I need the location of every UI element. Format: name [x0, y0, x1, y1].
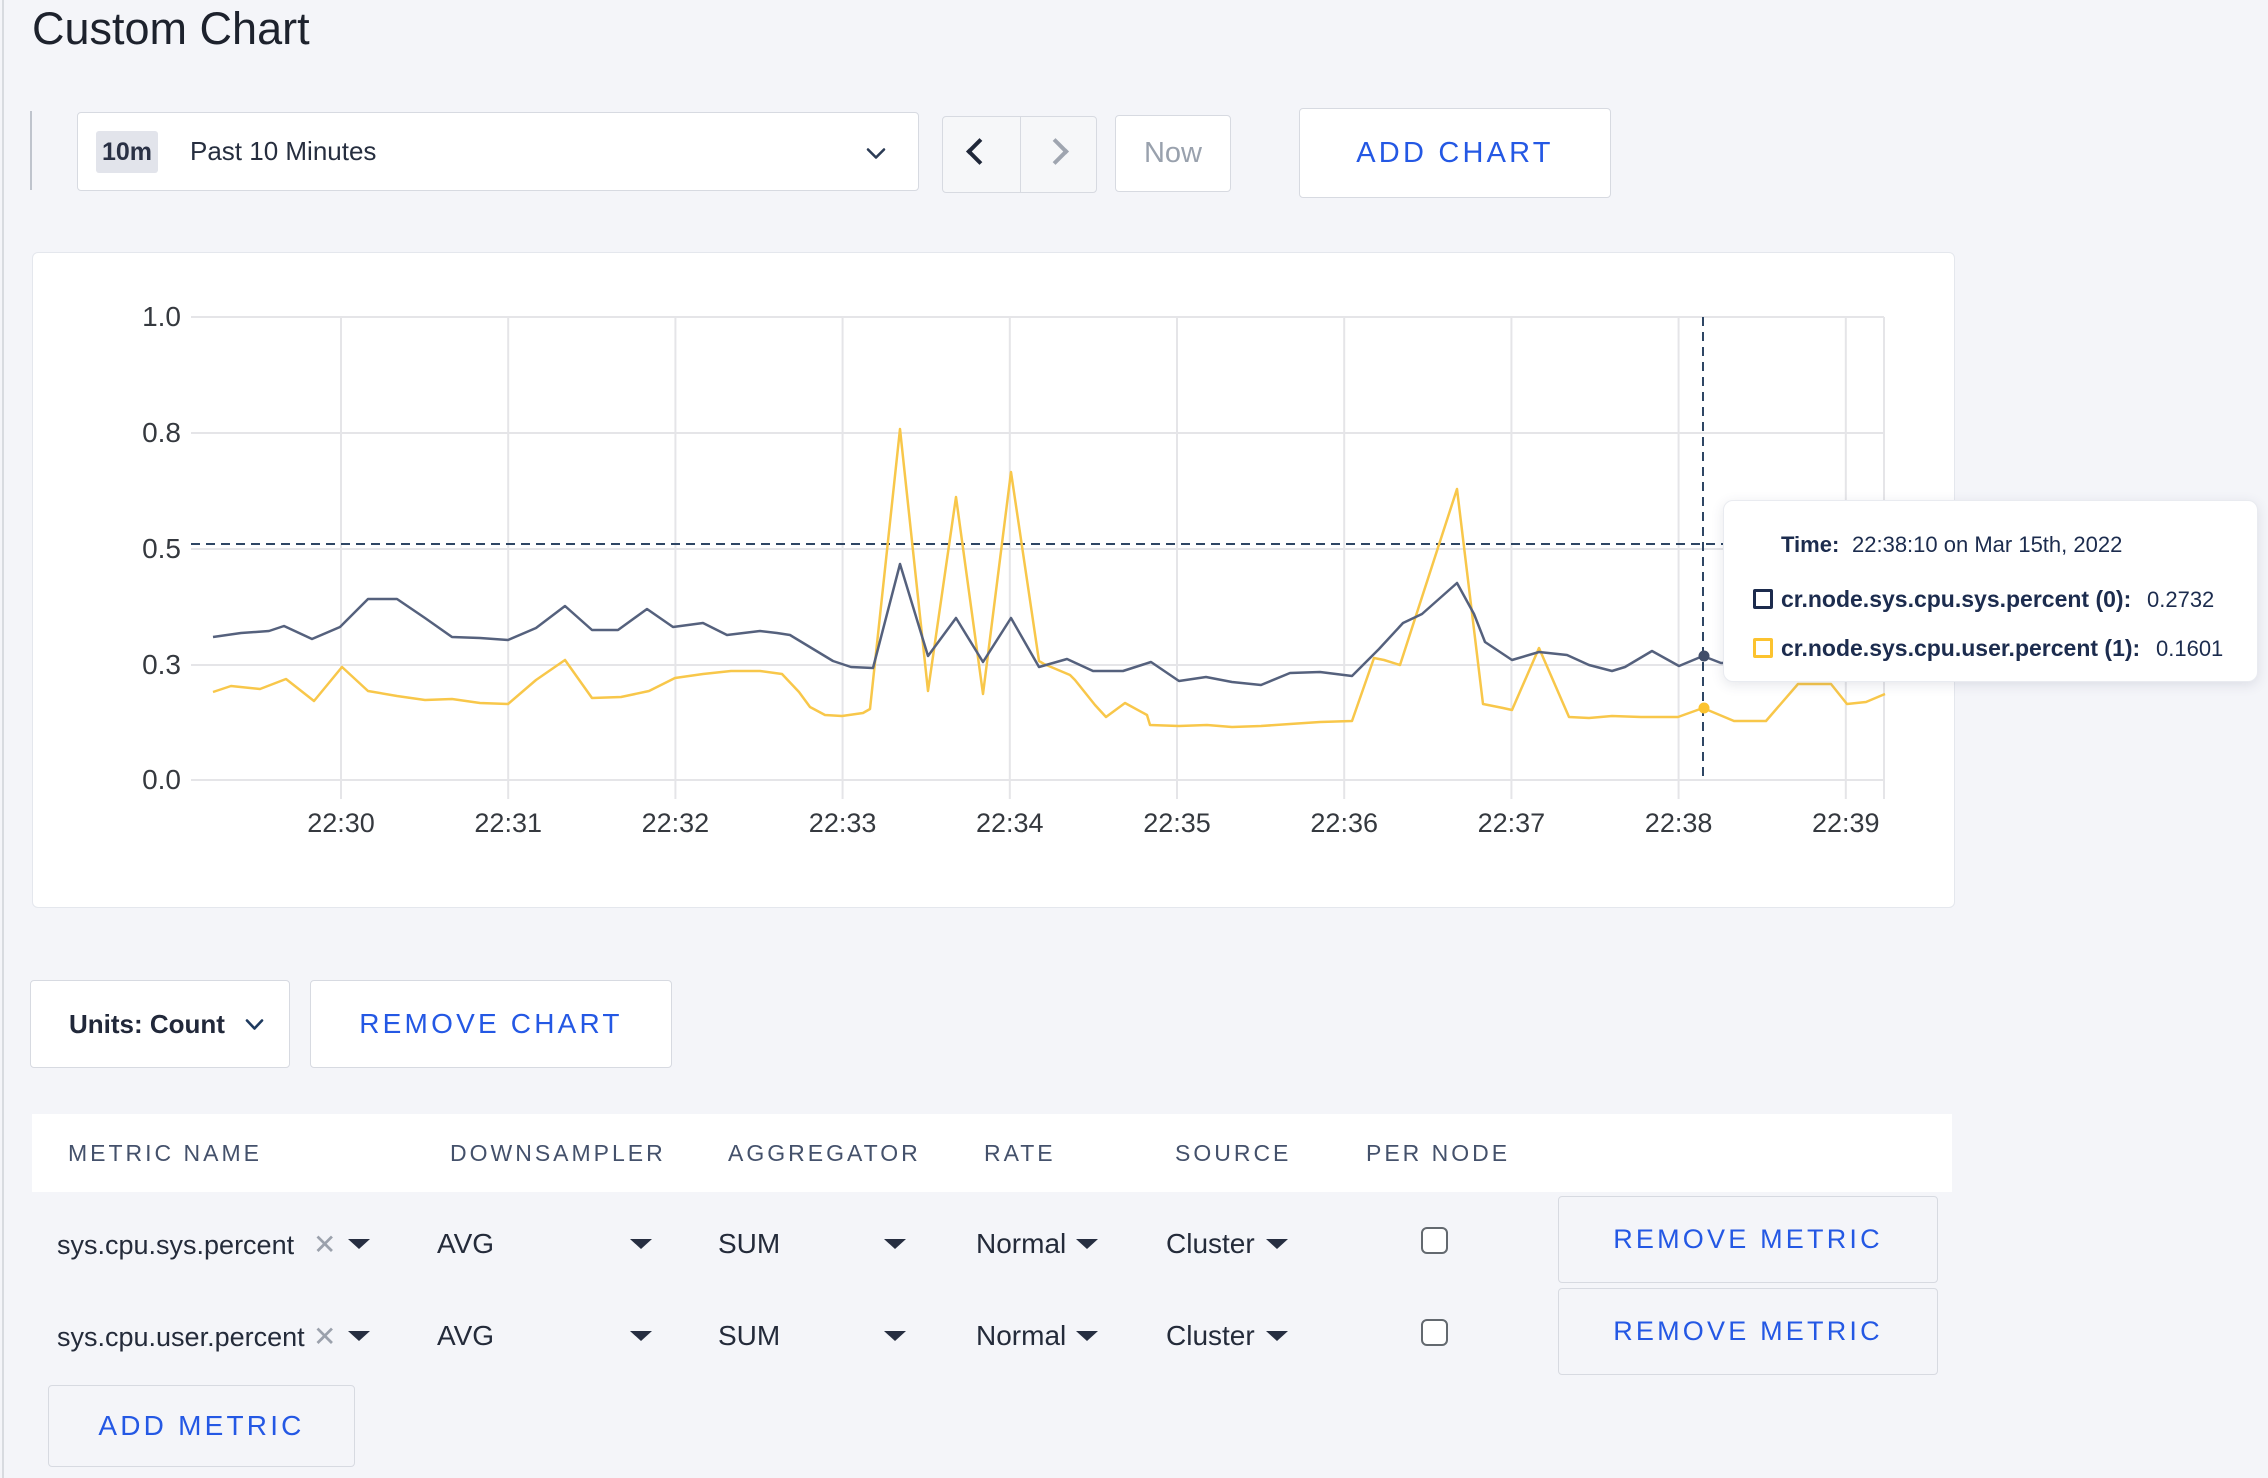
- svg-text:22:39: 22:39: [1812, 808, 1880, 838]
- svg-text:0.3: 0.3: [142, 649, 181, 680]
- svg-text:22:34: 22:34: [976, 808, 1044, 838]
- svg-text:22:35: 22:35: [1143, 808, 1211, 838]
- svg-text:22:36: 22:36: [1310, 808, 1378, 838]
- svg-text:1.0: 1.0: [142, 301, 181, 332]
- svg-text:22:32: 22:32: [642, 808, 710, 838]
- svg-text:22:37: 22:37: [1478, 808, 1546, 838]
- svg-text:0.8: 0.8: [142, 417, 181, 448]
- svg-text:0.5: 0.5: [142, 533, 181, 564]
- svg-text:22:38: 22:38: [1645, 808, 1713, 838]
- svg-text:22:33: 22:33: [809, 808, 877, 838]
- svg-text:22:31: 22:31: [474, 808, 542, 838]
- svg-text:22:30: 22:30: [307, 808, 375, 838]
- svg-text:0.0: 0.0: [142, 764, 181, 795]
